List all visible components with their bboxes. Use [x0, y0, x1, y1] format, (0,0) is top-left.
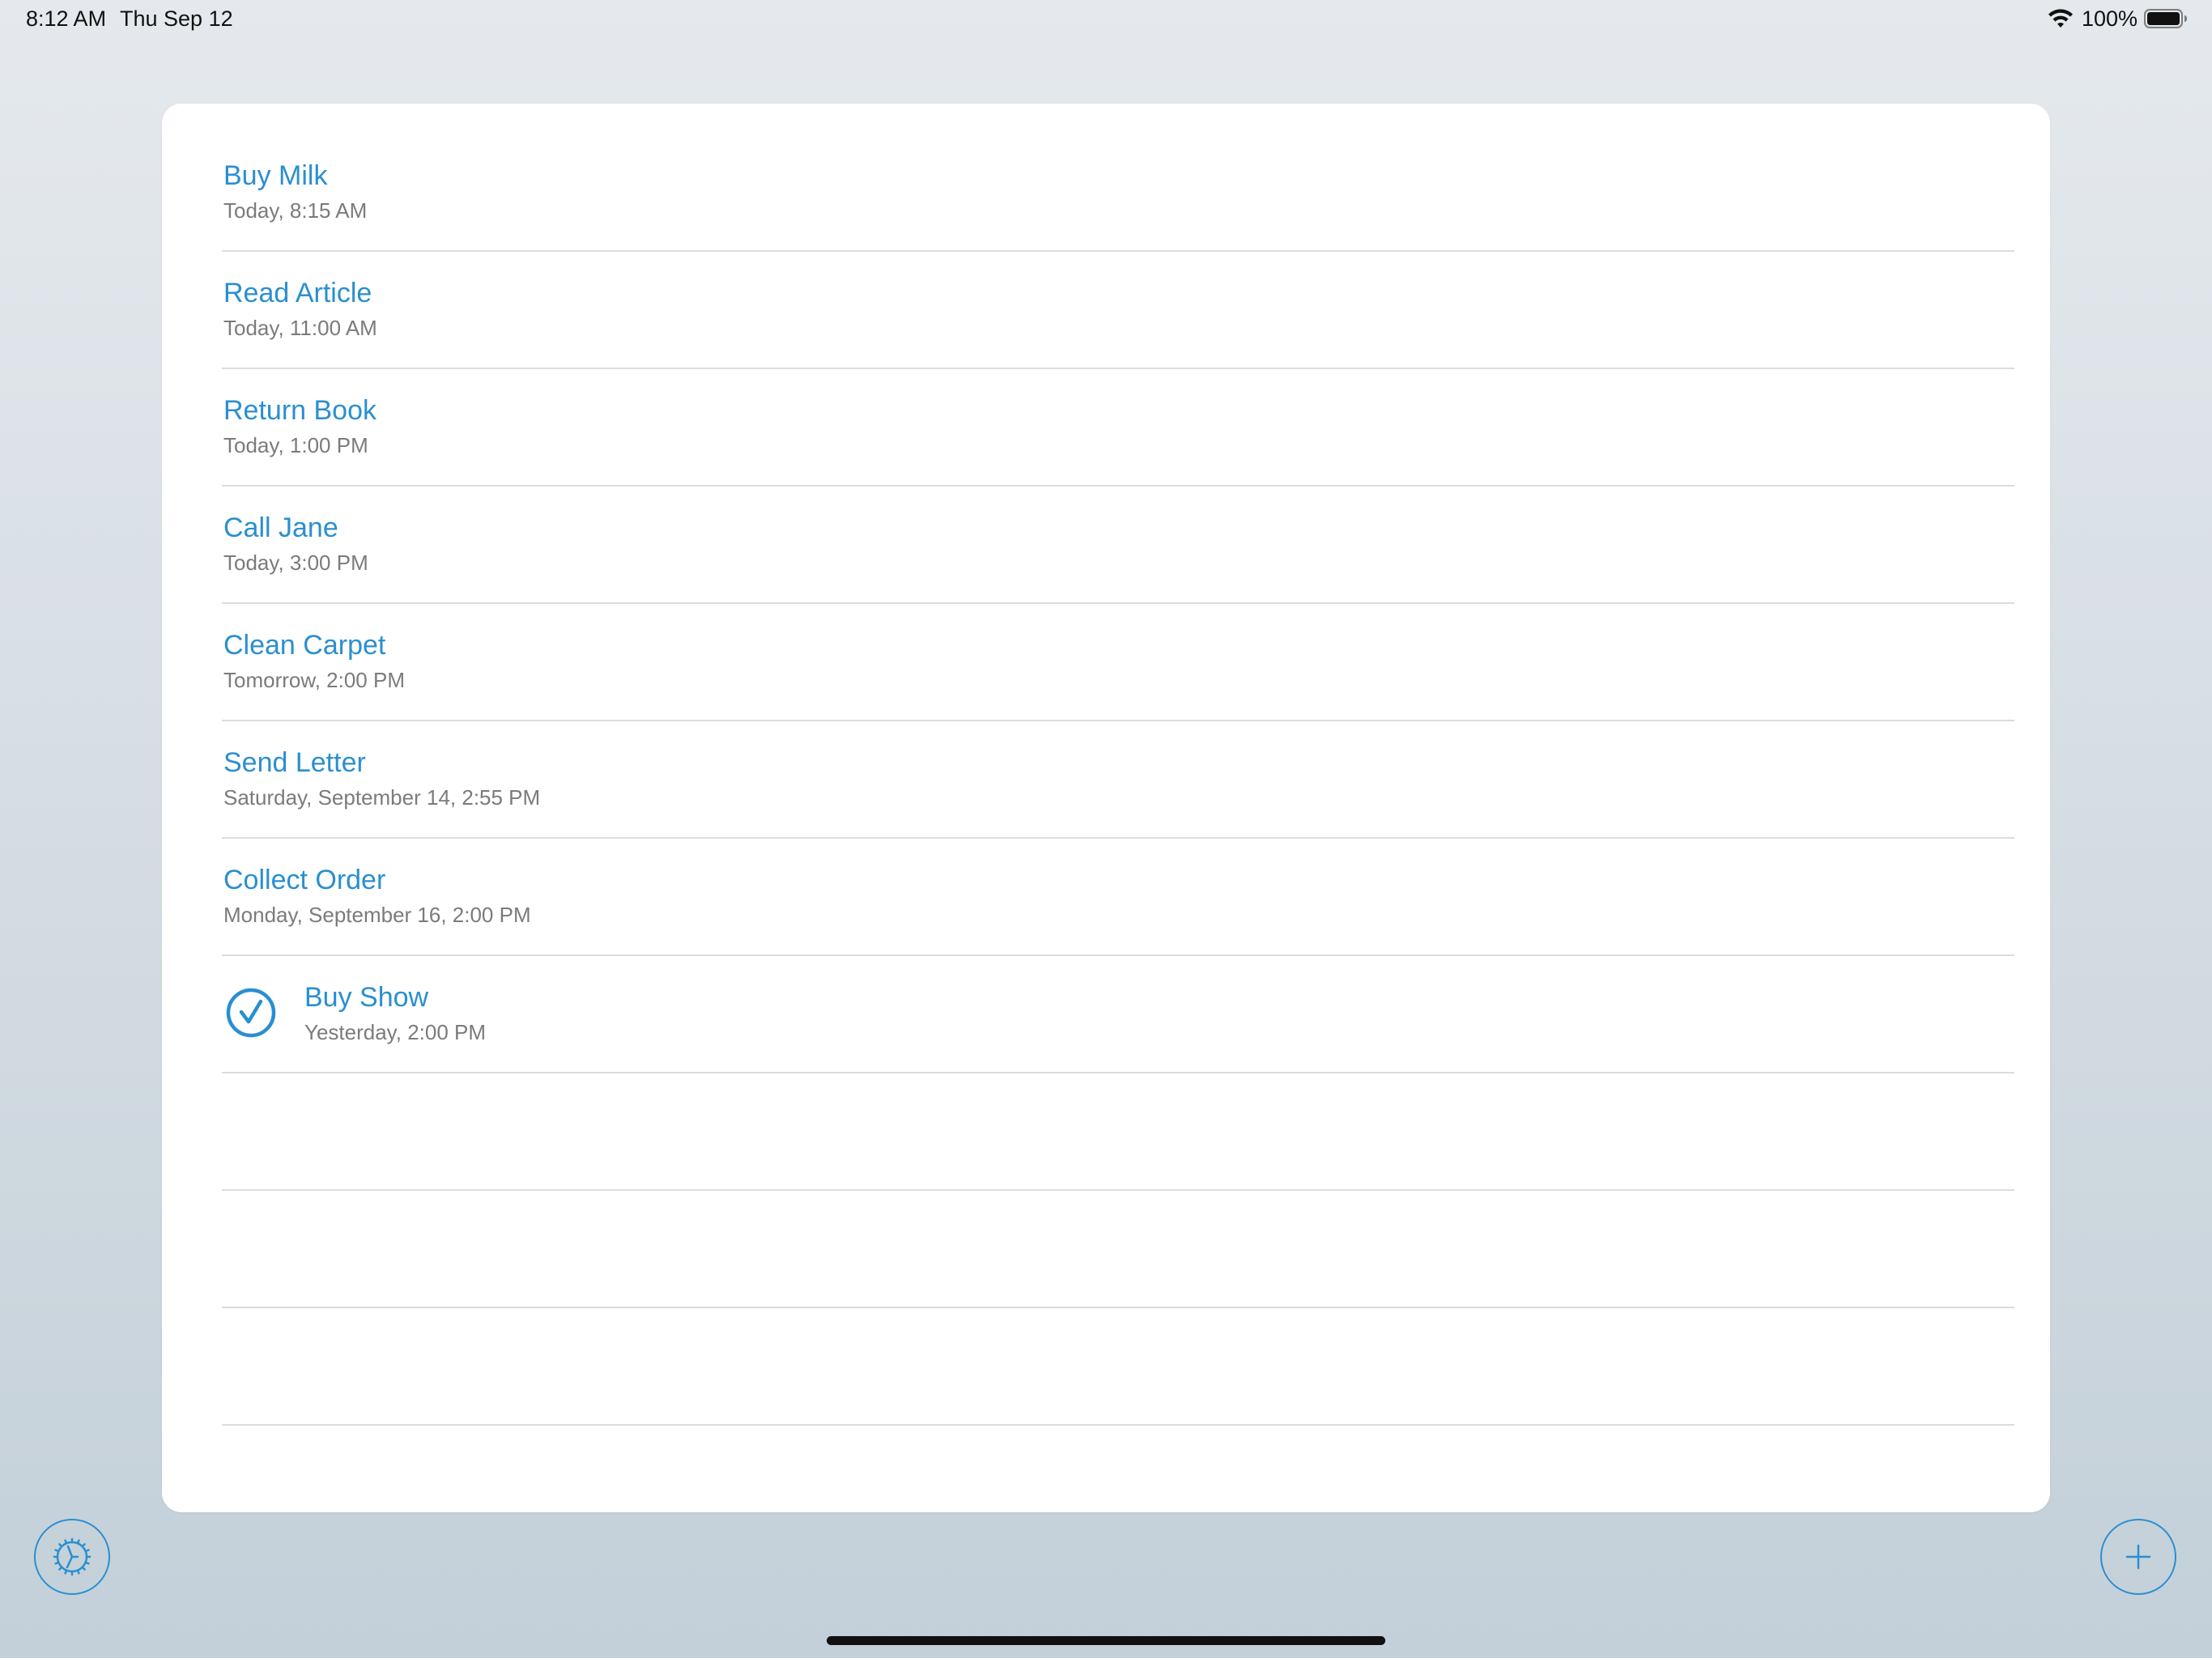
wifi-icon: [2048, 9, 2073, 28]
empty-row[interactable]: [222, 1191, 2014, 1308]
reminder-title: Send Letter: [223, 747, 366, 778]
reminder-title: Call Jane: [223, 512, 338, 543]
reminder-title: Buy Show: [304, 982, 429, 1013]
status-indicators: 100%: [2048, 5, 2188, 32]
checkmark-circle-icon[interactable]: [225, 987, 277, 1039]
reminder-title: Buy Milk: [223, 160, 328, 191]
status-date: Thu Sep 12: [120, 6, 233, 31]
status-bar: 8:12 AM Thu Sep 12 100%: [0, 0, 2212, 39]
empty-row[interactable]: [222, 1308, 2014, 1426]
reminders-list: Buy Milk Today, 8:15 AM Read Article Tod…: [222, 134, 2014, 1426]
reminder-title: Read Article: [223, 278, 372, 308]
reminder-due: Yesterday, 2:00 PM: [304, 1020, 487, 1044]
reminder-row[interactable]: Clean Carpet Tomorrow, 2:00 PM: [222, 604, 2014, 721]
plus-icon: [2125, 1544, 2151, 1570]
reminder-due: Today, 3:00 PM: [223, 551, 368, 575]
reminder-row[interactable]: Call Jane Today, 3:00 PM: [222, 487, 2014, 604]
empty-row[interactable]: [222, 1073, 2014, 1191]
reminder-title: Clean Carpet: [223, 630, 386, 661]
reminder-text: Read Article Today, 11:00 AM: [223, 276, 377, 341]
reminder-text: Buy Milk Today, 8:15 AM: [223, 159, 367, 223]
reminder-text: Clean Carpet Tomorrow, 2:00 PM: [223, 628, 405, 693]
reminder-due: Tomorrow, 2:00 PM: [223, 668, 405, 692]
status-time: 8:12 AM: [26, 6, 107, 31]
reminder-due: Today, 8:15 AM: [223, 198, 368, 223]
add-reminder-button[interactable]: [2100, 1519, 2176, 1595]
battery-percent: 100%: [2081, 6, 2138, 31]
reminder-due: Today, 11:00 AM: [223, 316, 377, 340]
reminder-text: Buy Show Yesterday, 2:00 PM: [304, 980, 486, 1045]
reminder-due: Saturday, September 14, 2:55 PM: [223, 785, 541, 810]
reminder-due: Monday, September 16, 2:00 PM: [223, 903, 531, 927]
reminder-row[interactable]: Send Letter Saturday, September 14, 2:55…: [222, 721, 2014, 839]
reminder-title: Return Book: [223, 395, 376, 426]
reminder-text: Call Jane Today, 3:00 PM: [223, 511, 368, 576]
reminder-row[interactable]: Collect Order Monday, September 16, 2:00…: [222, 839, 2014, 956]
reminder-row[interactable]: Read Article Today, 11:00 AM: [222, 252, 2014, 369]
reminder-text: Collect Order Monday, September 16, 2:00…: [223, 863, 531, 928]
battery-icon: [2144, 9, 2187, 28]
reminders-card: Buy Milk Today, 8:15 AM Read Article Tod…: [162, 104, 2050, 1512]
reminder-row[interactable]: Return Book Today, 1:00 PM: [222, 369, 2014, 487]
reminder-title: Collect Order: [223, 865, 386, 895]
home-indicator[interactable]: [827, 1636, 1385, 1645]
reminder-row-completed[interactable]: Buy Show Yesterday, 2:00 PM: [222, 956, 2014, 1073]
settings-button[interactable]: [34, 1519, 110, 1595]
reminder-text: Send Letter Saturday, September 14, 2:55…: [223, 746, 540, 810]
gear-icon: [53, 1537, 91, 1576]
reminder-due: Today, 1:00 PM: [223, 433, 368, 457]
reminder-text: Return Book Today, 1:00 PM: [223, 393, 376, 458]
reminder-row[interactable]: Buy Milk Today, 8:15 AM: [222, 134, 2014, 252]
